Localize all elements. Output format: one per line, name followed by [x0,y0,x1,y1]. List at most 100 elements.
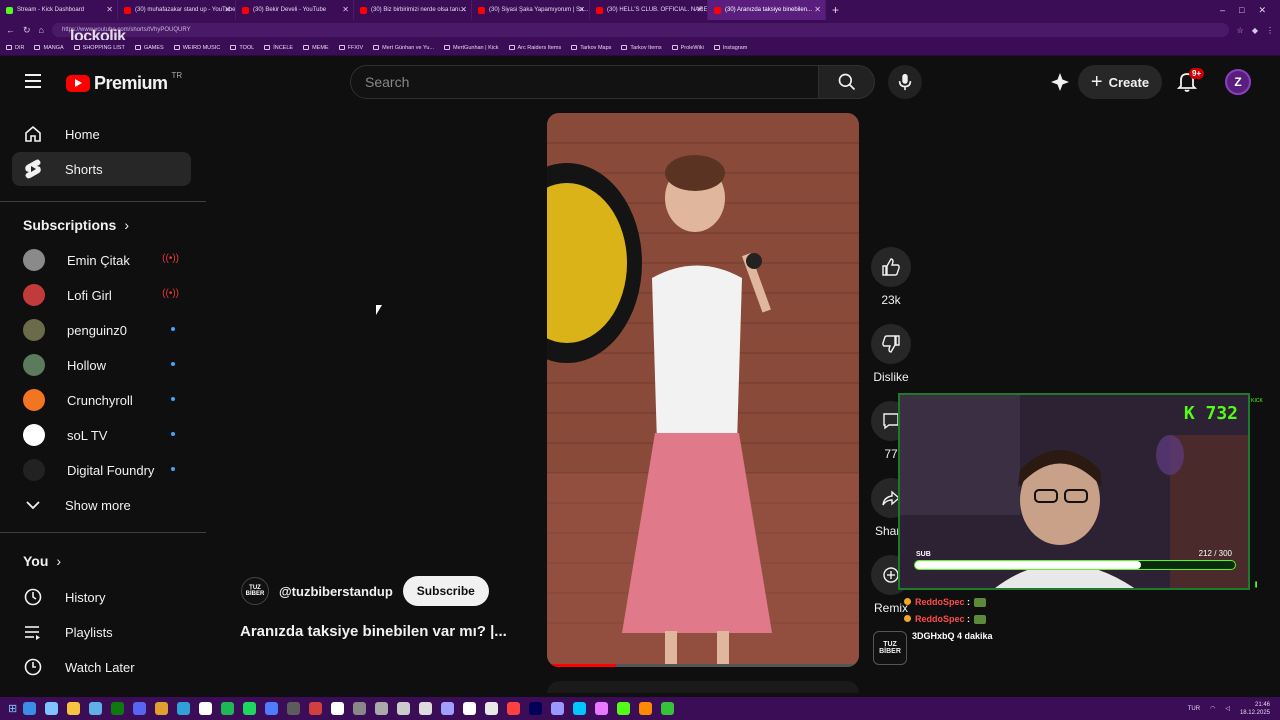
browser-tab[interactable]: (30) Bekir Develi - YouTube ✕ [236,0,354,20]
video-progress-bar[interactable] [547,664,859,667]
bookmark-item[interactable]: ProleWiki [671,45,704,51]
taskbar-app-icon[interactable] [133,702,147,715]
next-short-preview[interactable] [547,681,859,693]
sound-remix-thumbnail[interactable]: TUZ BİBER [873,631,907,665]
taskbar-app-icon[interactable] [639,702,653,715]
bookmark-item[interactable]: DIR [6,45,24,51]
sidebar-item-subscription[interactable]: penguinz0 [12,313,191,347]
taskbar-app-icon[interactable] [661,702,675,715]
browser-tab[interactable]: (30) Biz birbirimizi nerde olsa tanı... ✕ [354,0,472,20]
reload-icon[interactable]: ↻ [23,25,31,36]
browser-tab[interactable]: Stream - Kick Dashboard ✕ [0,0,118,20]
search-input[interactable] [365,74,818,90]
close-tab-icon[interactable]: ✕ [224,5,231,14]
bookmark-item[interactable]: GAMES [134,45,164,51]
clock[interactable]: 21:46 18.12.2025 [1240,701,1270,717]
voice-search-button[interactable] [888,65,922,99]
taskbar-app-icon[interactable] [45,702,59,715]
gemini-sparkle-icon[interactable] [1050,72,1070,97]
sidebar-item-home[interactable]: Home [12,117,191,151]
close-tab-icon[interactable]: ✕ [696,5,703,14]
maximize-icon[interactable]: □ [1239,5,1244,16]
search-button[interactable] [819,65,875,99]
bookmark-item[interactable]: Tarkov Items [621,45,662,51]
dislike-button[interactable] [871,324,911,364]
bookmark-item[interactable]: MertGunhan | Kick [444,45,499,51]
sidebar-item-subscription[interactable]: Hollow [12,348,191,382]
subscribe-button[interactable]: Subscribe [402,576,489,606]
taskbar-app-icon[interactable] [89,702,103,715]
language-indicator[interactable]: TUR [1188,706,1200,712]
create-button[interactable]: + Create [1078,65,1162,99]
shorts-video-player[interactable] [547,113,859,667]
sidebar-item-playlists[interactable]: Playlists [12,615,191,649]
bookmark-item[interactable]: TOOL [230,45,254,51]
bookmark-item[interactable]: Mert Günhan ve Yu... [373,45,434,51]
new-tab-button[interactable]: + [832,3,839,17]
bookmark-item[interactable]: SHOPPING LIST [73,45,125,51]
bookmark-item[interactable]: Instagram [713,45,747,51]
start-icon[interactable]: ⊞ [8,702,17,715]
sidebar-item-shorts[interactable]: Shorts [12,152,191,186]
show-more-button[interactable]: Show more [12,488,191,522]
browser-tab[interactable]: (30) Aranızda taksiye binebilen... ✕ [708,0,826,20]
taskbar-app-icon[interactable] [221,702,235,715]
bookmark-item[interactable]: MANGA [34,45,64,51]
sidebar-item-subscription[interactable]: soL TV [12,418,191,452]
taskbar-app-icon[interactable] [375,702,389,715]
bookmark-item[interactable]: WEIRD MUSIC [173,45,220,51]
sidebar-item-subscription[interactable]: Crunchyroll [12,383,191,417]
taskbar-app-icon[interactable] [353,702,367,715]
bookmark-item[interactable]: Tarkov Maps [571,45,611,51]
taskbar-app-icon[interactable] [309,702,323,715]
bookmark-item[interactable]: Arc Raiders Items [508,45,561,51]
taskbar-app-icon[interactable] [485,702,499,715]
taskbar-app-icon[interactable] [177,702,191,715]
browser-tab[interactable]: (30) HELL'S CLUB. OFFICIAL. NARE... ✕ [590,0,708,20]
taskbar-app-icon[interactable] [243,702,257,715]
taskbar-app-icon[interactable] [551,702,565,715]
youtube-premium-logo[interactable]: Premium TR [66,71,182,94]
close-tab-icon[interactable]: ✕ [814,5,821,14]
account-avatar[interactable]: Z [1225,69,1251,95]
taskbar-app-icon[interactable] [331,702,345,715]
taskbar-app-icon[interactable] [397,702,411,715]
sidebar-item-subscription[interactable]: Emin Çitak ((•)) [12,243,191,277]
close-tab-icon[interactable]: ✕ [342,5,349,14]
extension-icon[interactable]: ◆ [1252,26,1258,35]
close-tab-icon[interactable]: ✕ [106,5,113,14]
close-tab-icon[interactable]: ✕ [578,5,585,14]
taskbar-app-icon[interactable] [463,702,477,715]
menu-icon[interactable] [25,74,41,88]
taskbar-app-icon[interactable] [111,702,125,715]
taskbar-app-icon[interactable] [419,702,433,715]
taskbar-app-icon[interactable] [441,702,455,715]
back-icon[interactable]: ← [6,25,15,35]
close-window-icon[interactable]: ✕ [1258,5,1266,16]
taskbar-app-icon[interactable] [617,702,631,715]
taskbar-app-icon[interactable] [199,702,213,715]
short-title[interactable]: Aranızda taksiye binebilen var mı? |... [240,623,535,640]
browser-tab[interactable]: (30) Siyasi Şaka Yapamıyorum | Sa... ✕ [472,0,590,20]
browser-tab[interactable]: (30) muhafazakar stand up - YouTube ✕ [118,0,236,20]
taskbar-app-icon[interactable] [595,702,609,715]
taskbar-app-icon[interactable] [67,702,81,715]
bookmark-item[interactable]: FFXIV [338,45,363,51]
taskbar-app-icon[interactable] [573,702,587,715]
star-icon[interactable]: ☆ [1237,26,1244,35]
taskbar-app-icon[interactable] [155,702,169,715]
sidebar-item-watch-later[interactable]: Watch Later [12,650,191,684]
subscriptions-heading[interactable]: Subscriptions › [23,217,129,233]
taskbar-app-icon[interactable] [529,702,543,715]
home-nav-icon[interactable]: ⌂ [39,25,44,35]
channel-handle[interactable]: @tuzbiberstandup [279,584,393,599]
wifi-icon[interactable]: ◠ [1210,705,1215,712]
bookmark-item[interactable]: İNCELE [264,45,293,51]
sidebar-item-history[interactable]: History [12,580,191,614]
close-tab-icon[interactable]: ✕ [460,5,467,14]
taskbar-app-icon[interactable] [265,702,279,715]
volume-icon[interactable]: ◁ [1225,705,1230,712]
like-button[interactable] [871,247,911,287]
bookmark-item[interactable]: MEME [303,45,329,51]
taskbar-app-icon[interactable] [287,702,301,715]
